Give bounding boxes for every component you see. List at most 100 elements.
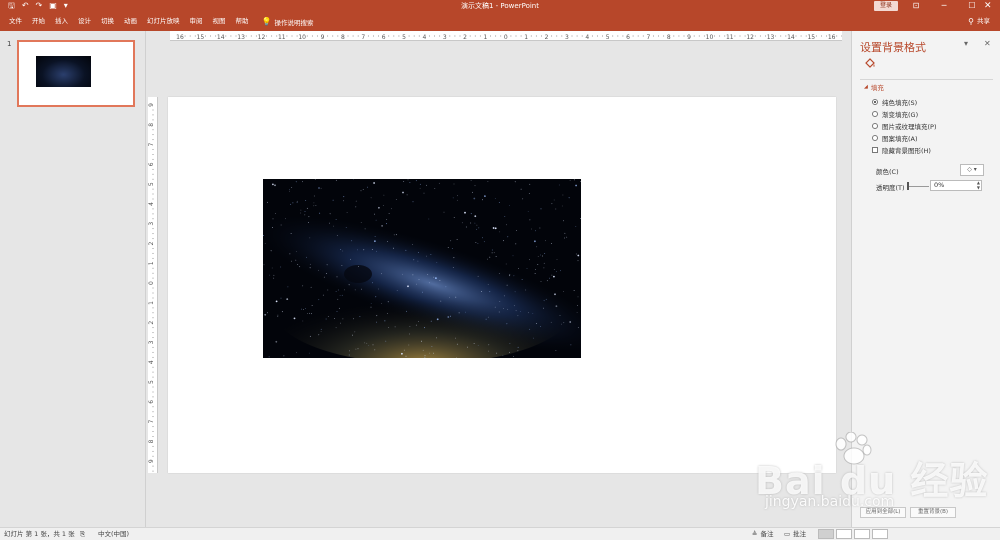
- star-dot: [540, 208, 542, 210]
- star-dot: [374, 240, 376, 242]
- ruler-minor-tick: [602, 35, 604, 37]
- star-dot: [423, 192, 425, 194]
- language-indicator[interactable]: 中文(中国): [98, 528, 129, 540]
- star-dot: [555, 305, 558, 308]
- tab-help[interactable]: 帮助: [231, 12, 254, 31]
- ruler-tick-label: 7: [361, 34, 365, 41]
- star-dot: [464, 211, 466, 214]
- star-dot: [526, 268, 528, 269]
- star-dot: [267, 312, 268, 314]
- star-dot: [503, 240, 504, 242]
- star-dot: [297, 264, 299, 265]
- transparency-slider-thumb[interactable]: [907, 182, 909, 190]
- transparency-spinner[interactable]: ▲ ▼: [977, 180, 980, 190]
- spell-check-icon[interactable]: ⎘: [80, 528, 85, 540]
- notes-button[interactable]: ≜ 备注: [752, 528, 773, 540]
- option-picture-fill[interactable]: 图片或纹理填充(P): [872, 121, 937, 131]
- star-dot: [492, 227, 495, 229]
- star-dot: [273, 274, 275, 276]
- ruler-tick-label: 4: [585, 34, 589, 41]
- option-gradient-fill[interactable]: 渐变填充(G): [872, 109, 918, 119]
- ruler-minor-tick: [306, 35, 308, 37]
- tab-animations[interactable]: 动画: [119, 12, 142, 31]
- transparency-slider-track[interactable]: [907, 186, 929, 187]
- star-dot: [551, 243, 552, 244]
- tab-transitions[interactable]: 切换: [96, 12, 119, 31]
- star-dot: [280, 297, 282, 299]
- login-button[interactable]: 登录: [874, 1, 898, 11]
- view-switcher: [818, 529, 888, 539]
- restore-icon[interactable]: ☐: [958, 0, 986, 12]
- star-dot: [413, 259, 415, 261]
- star-dot: [543, 307, 544, 309]
- close-icon[interactable]: ✕: [984, 0, 992, 12]
- tab-slideshow[interactable]: 幻灯片放映: [142, 12, 185, 31]
- star-dot: [457, 195, 458, 197]
- star-dot: [418, 279, 420, 280]
- star-dot: [453, 183, 455, 185]
- ruler-minor-tick: [291, 35, 293, 37]
- slide-canvas[interactable]: [168, 97, 836, 473]
- ruler-minor-tick: [245, 35, 247, 37]
- normal-view-button[interactable]: [818, 529, 834, 539]
- tab-file[interactable]: 文件: [4, 12, 27, 31]
- slideshow-view-button[interactable]: [872, 529, 888, 539]
- option-hide-bg-graphics[interactable]: 隐藏背景图形(H): [872, 145, 931, 155]
- star-dot: [513, 356, 514, 357]
- ruler-minor-tick: [683, 35, 685, 37]
- ruler-minor-tick: [622, 35, 624, 37]
- share-button[interactable]: ⚲ 共享: [968, 12, 990, 31]
- tab-home[interactable]: 开始: [27, 12, 50, 31]
- tab-review[interactable]: 审阅: [185, 12, 208, 31]
- star-dot: [534, 273, 536, 274]
- ruler-minor-tick: [152, 431, 154, 433]
- ruler-minor-tick: [454, 35, 456, 37]
- star-dot: [355, 200, 357, 202]
- radio-pattern-fill[interactable]: [872, 135, 878, 141]
- color-label: 颜色(C): [876, 168, 899, 176]
- star-dot: [487, 181, 489, 182]
- reading-view-button[interactable]: [854, 529, 870, 539]
- tell-me-search[interactable]: 💡 操作说明搜索: [254, 17, 314, 27]
- color-picker-button[interactable]: ◇ ▾: [960, 164, 984, 176]
- ruler-tick-label: 5: [148, 380, 155, 384]
- ribbon-display-icon[interactable]: ⊡: [902, 0, 930, 12]
- tab-view[interactable]: 视图: [208, 12, 231, 31]
- ruler-minor-tick: [271, 35, 273, 37]
- slide-sorter-button[interactable]: [836, 529, 852, 539]
- fill-section-header[interactable]: ◢ 填充: [864, 82, 884, 92]
- transparency-input[interactable]: 0% ▲ ▼: [930, 180, 982, 191]
- star-dot: [419, 187, 421, 189]
- star-dot: [522, 198, 524, 200]
- radio-picture-fill[interactable]: [872, 123, 878, 129]
- comments-button[interactable]: ▭ 批注: [784, 528, 806, 540]
- window-title: 演示文稿1 - PowerPoint: [461, 2, 539, 10]
- ruler-minor-tick: [367, 35, 369, 37]
- star-dot: [507, 236, 509, 238]
- star-dot: [453, 217, 455, 218]
- pane-close-icon[interactable]: ✕: [984, 39, 991, 48]
- radio-gradient-fill[interactable]: [872, 111, 878, 117]
- option-pattern-fill[interactable]: 图案填充(A): [872, 133, 918, 143]
- option-solid-fill[interactable]: 纯色填充(S): [872, 97, 917, 107]
- slide-thumbnail[interactable]: [17, 40, 135, 107]
- ruler-minor-tick: [152, 426, 154, 428]
- milky-way-image[interactable]: [263, 179, 581, 358]
- star-dot: [290, 203, 292, 205]
- ruler-tick-label: 12: [258, 34, 266, 41]
- minimize-icon[interactable]: ─: [930, 0, 958, 12]
- star-dot: [439, 280, 441, 281]
- star-dot: [445, 286, 447, 288]
- star-dot: [487, 258, 488, 260]
- checkbox-hide-bg-graphics[interactable]: [872, 147, 878, 153]
- radio-solid-fill[interactable]: [872, 99, 878, 105]
- tab-design[interactable]: 设计: [73, 12, 96, 31]
- star-dot: [355, 206, 357, 208]
- pane-options-icon[interactable]: ▾: [964, 39, 968, 48]
- tab-insert[interactable]: 插入: [50, 12, 73, 31]
- star-dot: [302, 285, 304, 287]
- ruler-minor-tick: [152, 272, 154, 274]
- ruler-minor-tick: [311, 35, 313, 37]
- star-dot: [521, 279, 523, 280]
- paint-bucket-icon[interactable]: [864, 57, 876, 69]
